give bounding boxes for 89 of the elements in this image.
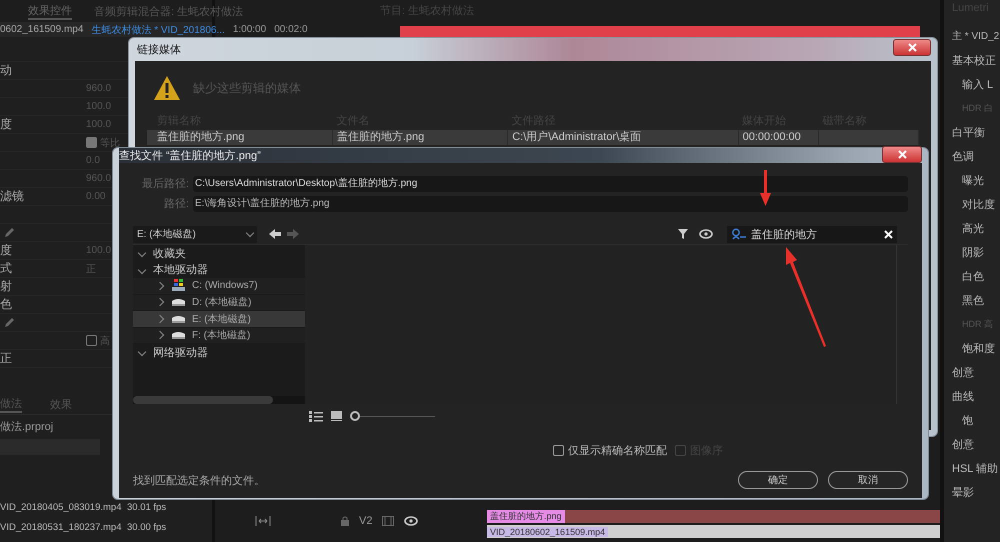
field-label: 最后路径:: [140, 177, 190, 191]
tree-item[interactable]: F: (本地磁盘): [133, 328, 305, 344]
property-label: 度: [0, 116, 13, 133]
lumetri-item[interactable]: 色调: [952, 144, 1000, 168]
lumetri-item[interactable]: 饱和度: [952, 336, 1000, 360]
dialog-title: 链接媒体: [137, 42, 181, 57]
close-button[interactable]: [893, 39, 931, 56]
filter-icon[interactable]: [677, 228, 689, 240]
clear-icon[interactable]: [884, 230, 893, 238]
checkbox[interactable]: [86, 137, 97, 148]
lumetri-item[interactable]: 白平衡: [952, 120, 1000, 144]
lumetri-item[interactable]: 主 * VID_2: [952, 24, 1000, 48]
lumetri-item[interactable]: 基本校正: [952, 48, 1000, 72]
lumetri-item[interactable]: 曲线: [952, 384, 1000, 408]
tree-item[interactable]: E: (本地磁盘): [133, 311, 305, 328]
windows-drive-icon: [171, 279, 186, 292]
frame-rate: 30.01 fps: [127, 502, 166, 512]
fit-icon[interactable]: [255, 515, 271, 527]
timecode: 1:00:00: [232, 24, 266, 35]
table-cell: C:\用户\Administrator\桌面: [508, 130, 738, 145]
property-label: 动: [0, 62, 13, 79]
lumetri-item[interactable]: 黑色: [952, 288, 1000, 312]
checkbox[interactable]: [86, 335, 97, 346]
tree-item[interactable]: 本地驱动器: [133, 262, 305, 278]
lumetri-item[interactable]: 创意: [952, 360, 1000, 384]
clip-label[interactable]: VID_20180602_161509.mp4: [487, 526, 608, 536]
field-label: 路径:: [162, 197, 190, 211]
timecode: 00:02:0: [274, 24, 308, 35]
warning-icon: [153, 75, 181, 101]
close-icon: [898, 150, 906, 158]
file-name[interactable]: VID_20180531_180237.mp4: [0, 522, 127, 532]
dialog-button[interactable]: 取消: [828, 471, 908, 489]
list-view-icon[interactable]: [309, 410, 323, 422]
property-label: 式: [0, 260, 13, 277]
tree-item[interactable]: C: (Windows7): [133, 278, 305, 294]
lumetri-item[interactable]: 创意: [952, 432, 1000, 456]
tree-item[interactable]: 收藏夹: [133, 245, 305, 262]
close-icon: [908, 43, 916, 52]
drive-icon: [171, 330, 186, 340]
annotation-arrow: [760, 170, 771, 206]
film-icon[interactable]: [382, 516, 394, 526]
table-cell: 盖住脏的地方.png: [147, 130, 332, 145]
back-arrow-icon[interactable]: [269, 229, 281, 239]
property-label: 正: [0, 350, 13, 367]
path-field[interactable]: E:\海角设计\盖住脏的地方.png: [193, 196, 908, 212]
lumetri-item[interactable]: 白色: [952, 264, 1000, 288]
lumetri-item[interactable]: 曝光: [952, 168, 1000, 192]
lumetri-item[interactable]: 对比度: [952, 192, 1000, 216]
property-label: 滤镜: [0, 188, 25, 205]
checkbox-option[interactable]: 仅显示精确名称匹配: [553, 442, 667, 458]
lumetri-item[interactable]: 饱: [952, 408, 1000, 432]
table-cell: 00:00:00:00: [738, 130, 818, 145]
lock-icon[interactable]: [341, 516, 349, 526]
pencil-icon[interactable]: [4, 317, 15, 328]
eye-icon[interactable]: [404, 516, 418, 526]
sequence-name[interactable]: 生蚝农村做法 * VID_201806...: [91, 22, 225, 36]
tree-item[interactable]: D: (本地磁盘): [133, 294, 305, 311]
lumetri-item[interactable]: 高光: [952, 216, 1000, 240]
status-message: 找到匹配选定条件的文件。: [133, 474, 266, 488]
tree-item[interactable]: 网络驱动器: [133, 344, 305, 360]
slider-thumb[interactable]: [350, 411, 360, 421]
pencil-icon[interactable]: [4, 227, 15, 238]
project-file-name: 做法.prproj: [0, 420, 54, 434]
scrollbar[interactable]: [133, 396, 305, 404]
property-label: 射: [0, 278, 13, 295]
lumetri-item[interactable]: 输入 L: [952, 72, 1000, 96]
file-name[interactable]: VID_20180405_083019.mp4: [0, 502, 127, 512]
drive-dropdown[interactable]: E: (本地磁盘): [133, 226, 257, 242]
eye-icon[interactable]: [699, 229, 713, 239]
path-field[interactable]: C:\Users\Administrator\Desktop\盖住脏的地方.png: [193, 176, 908, 192]
lumetri-item[interactable]: 阴影: [952, 240, 1000, 264]
frame-rate: 30.00 fps: [127, 522, 166, 532]
table-cell: 盖住脏的地方.png: [332, 130, 508, 145]
track-label: V2: [359, 515, 372, 527]
clip-label[interactable]: 盖住脏的地方.png: [487, 510, 565, 523]
dialog-title: 查找文件 “盖住脏的地方.png”: [119, 148, 261, 163]
search-icon: [731, 228, 747, 240]
dialog-button[interactable]: 确定: [738, 471, 818, 489]
icon-view-icon[interactable]: [331, 411, 342, 421]
lumetri-item[interactable]: 晕影: [952, 480, 1000, 504]
property-label: 色: [0, 296, 13, 313]
property-label: 度: [0, 242, 13, 259]
lumetri-item[interactable]: HSL 辅助: [952, 456, 1000, 480]
drive-icon: [171, 314, 186, 324]
clip-name: 0602_161509.mp4: [0, 24, 84, 35]
search-field[interactable]: 盖住脏的地方: [727, 226, 897, 242]
close-button[interactable]: [882, 146, 922, 162]
table-row[interactable]: 盖住脏的地方.png 盖住脏的地方.png C:\用户\Administrator\桌面 00:00:00:00: [147, 130, 918, 145]
drive-icon: [171, 297, 186, 308]
